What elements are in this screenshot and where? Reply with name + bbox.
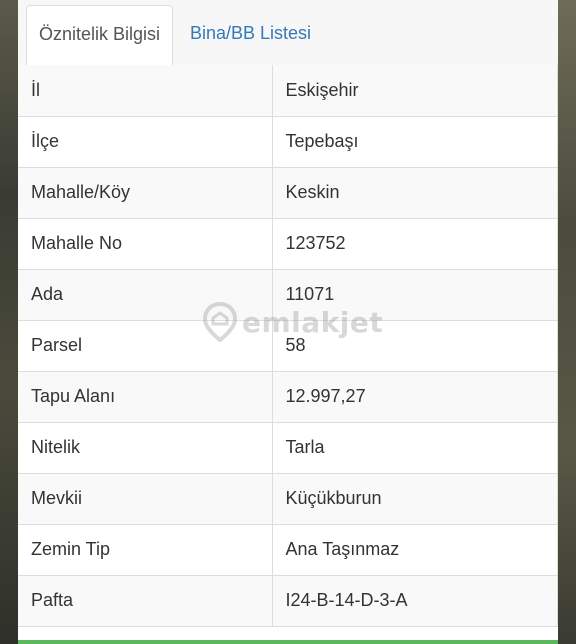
row-label: Ada [18,269,273,321]
row-label: Mahalle No [18,218,273,270]
row-value: 123752 [272,218,558,270]
row-label: Zemin Tip [18,524,273,576]
row-value: Tarla [272,422,558,474]
row-label: Tapu Alanı [18,371,273,423]
row-label: İlçe [18,116,273,168]
row-value: Ana Taşınmaz [272,524,558,576]
table-row: Mevkii Küçükburun [18,473,558,525]
table-row: İl Eskişehir [18,65,558,117]
map-background-left [0,0,18,644]
row-label: Mevkii [18,473,273,525]
table-row: Parsel 58 [18,320,558,372]
table-row: Tapu Alanı 12.997,27 [18,371,558,423]
row-value: I24-B-14-D-3-A [272,575,558,627]
row-label: Pafta [18,575,273,627]
tab-building-list[interactable]: Bina/BB Listesi [178,5,323,65]
row-value: 12.997,27 [272,371,558,423]
row-value: 11071 [272,269,558,321]
row-value: Eskişehir [272,65,558,117]
parcel-info-panel: Öznitelik Bilgisi Bina/BB Listesi İl Esk… [18,0,558,644]
map-background-right [558,0,576,644]
tab-attribute-info[interactable]: Öznitelik Bilgisi [26,5,173,66]
table-row: Ada 11071 [18,269,558,321]
tab-bar: Öznitelik Bilgisi Bina/BB Listesi [18,0,558,66]
table-row: Mahalle No 123752 [18,218,558,270]
row-label: Nitelik [18,422,273,474]
row-label: Mahalle/Köy [18,167,273,219]
row-value: Keskin [272,167,558,219]
row-label: Parsel [18,320,273,372]
table-row: Mahalle/Köy Keskin [18,167,558,219]
table-row: Zemin Tip Ana Taşınmaz [18,524,558,576]
row-value: Küçükburun [272,473,558,525]
table-row: Pafta I24-B-14-D-3-A [18,575,558,627]
row-label: İl [18,65,273,117]
attribute-table: İl Eskişehir İlçe Tepebaşı Mahalle/Köy K… [18,65,558,627]
row-value: 58 [272,320,558,372]
row-value: Tepebaşı [272,116,558,168]
bottom-accent-bar [18,640,558,644]
table-row: İlçe Tepebaşı [18,116,558,168]
table-row: Nitelik Tarla [18,422,558,474]
